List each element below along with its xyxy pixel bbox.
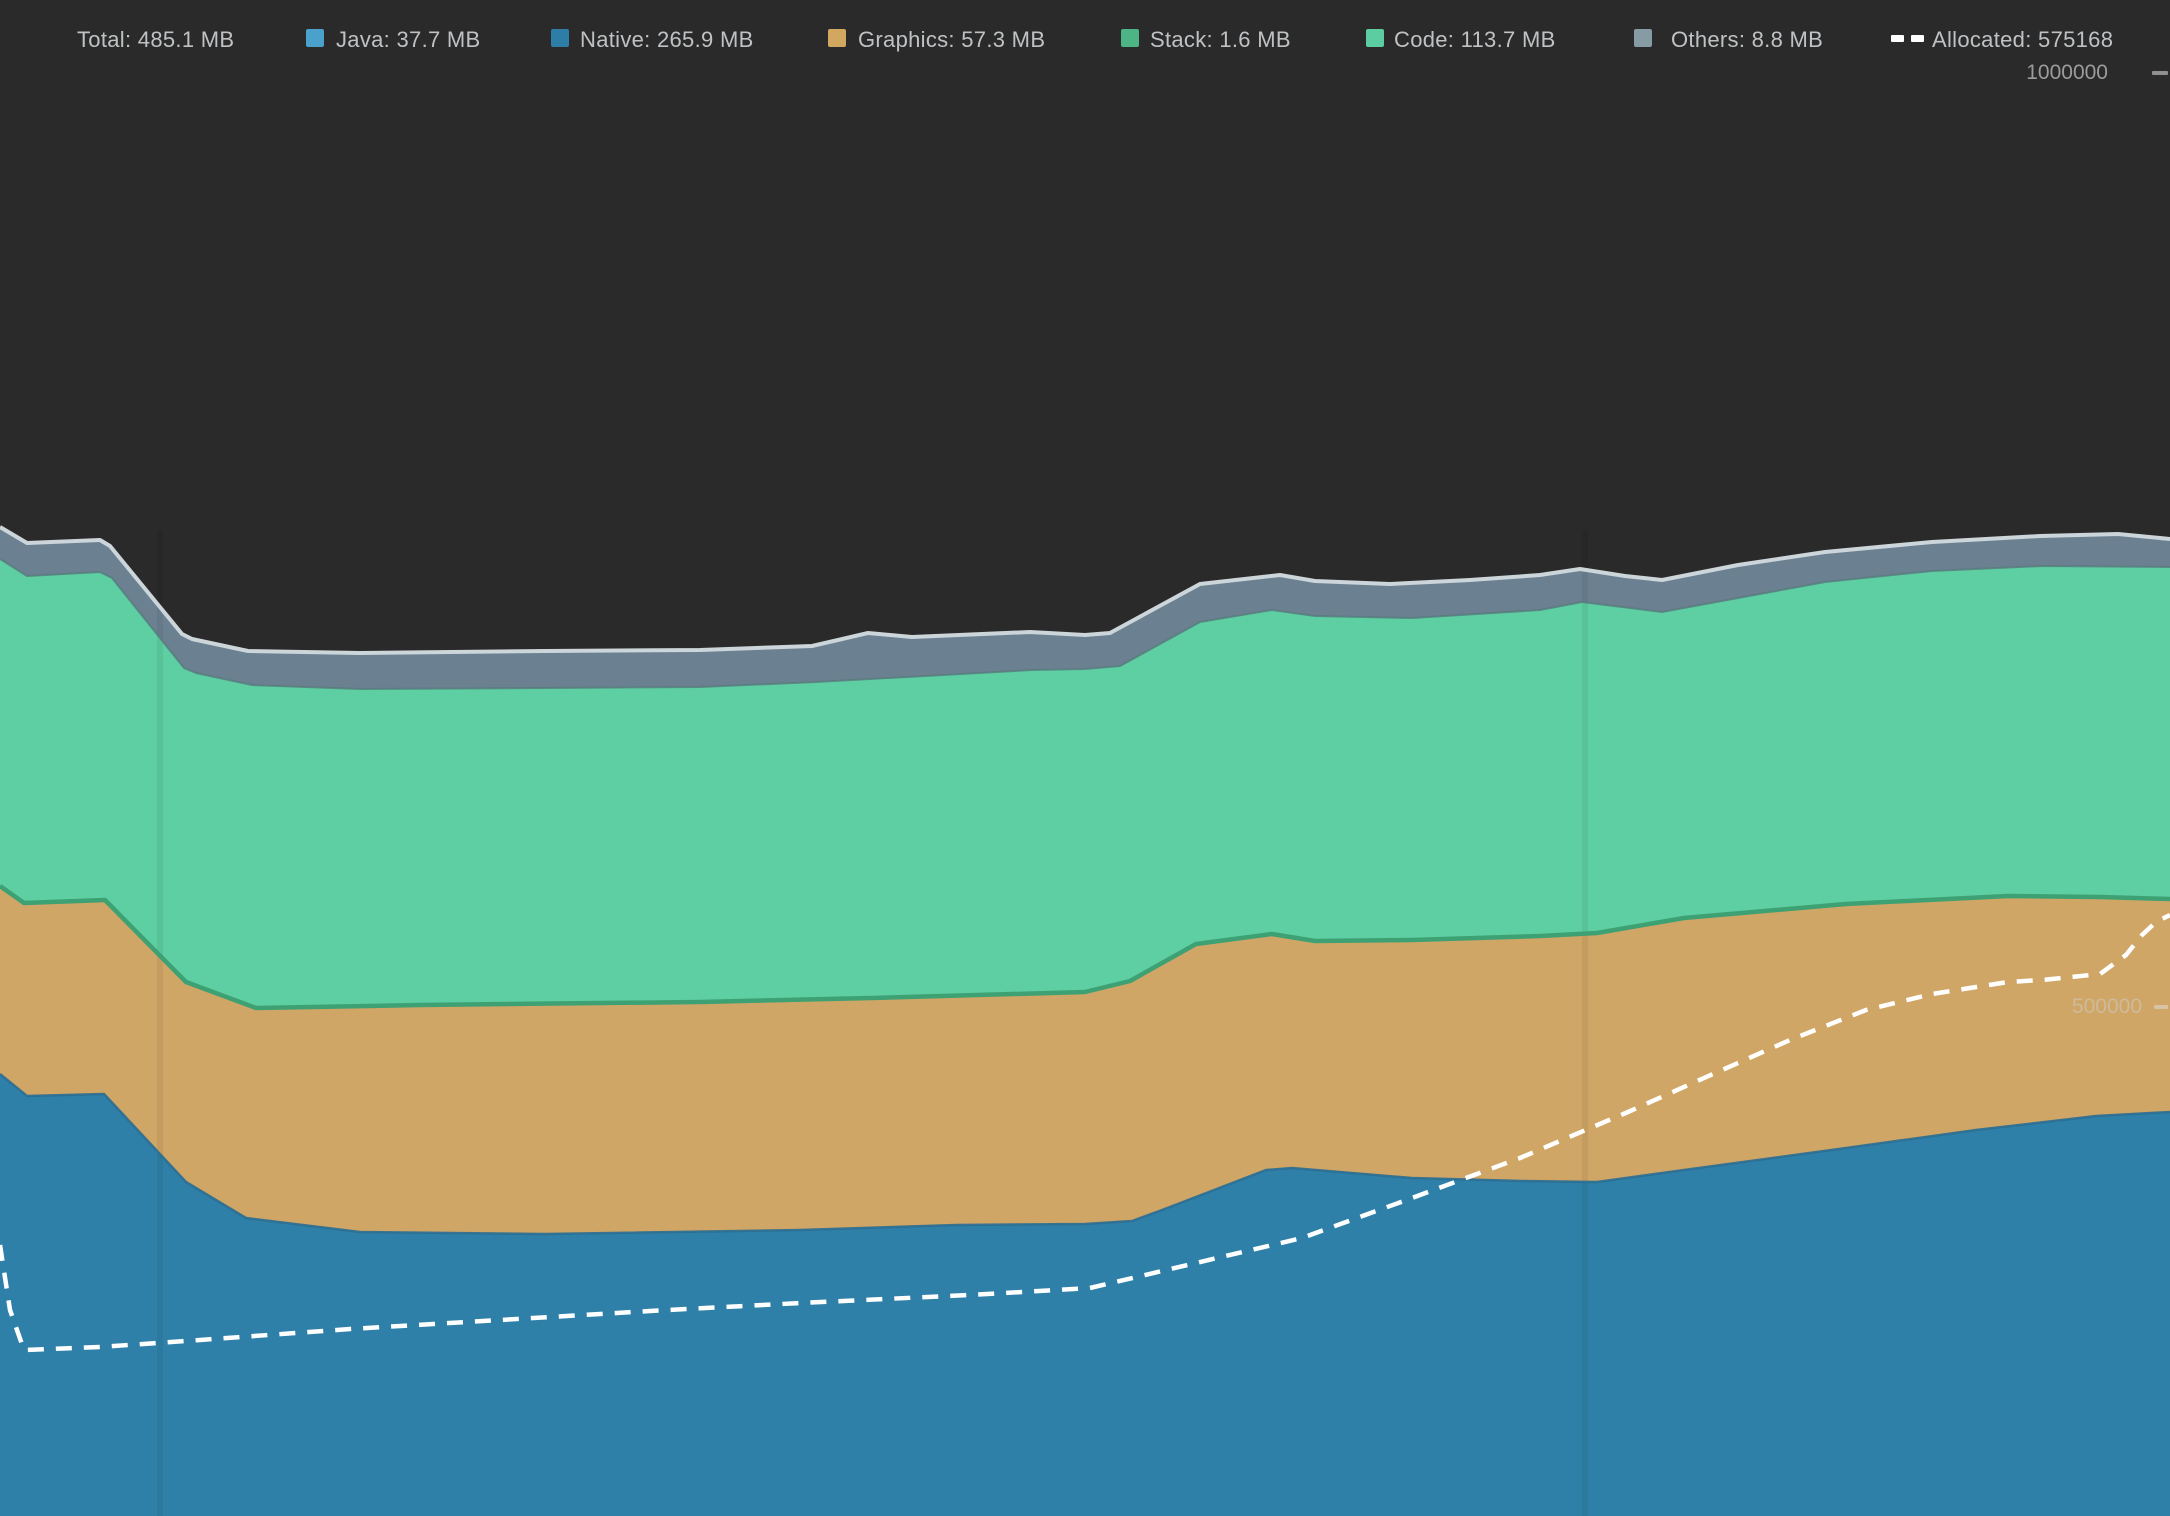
- legend-label-allocated: Allocated: 575168: [1932, 27, 2113, 53]
- java-swatch-icon: [306, 29, 324, 47]
- stacked-area-chart-canvas[interactable]: [0, 0, 2170, 1516]
- legend-label-code: Code: 113.7 MB: [1394, 27, 1556, 53]
- right-axis-tickmark-mid: [2154, 1005, 2168, 1009]
- right-axis-tick-1000000: 1000000: [2026, 61, 2108, 85]
- memory-legend: Total: 485.1 MB Java: 37.7 MB Native: 26…: [0, 0, 2170, 78]
- code-swatch-icon: [1366, 29, 1384, 47]
- legend-label-java: Java: 37.7 MB: [336, 27, 481, 53]
- legend-label-total: Total: 485.1 MB: [77, 27, 234, 53]
- stack-swatch-icon: [1121, 29, 1139, 47]
- legend-label-stack: Stack: 1.6 MB: [1150, 27, 1291, 53]
- right-axis-tickmark-top: [2152, 71, 2168, 75]
- others-swatch-icon: [1634, 29, 1652, 47]
- memory-timeline-chart[interactable]: [0, 0, 2170, 1516]
- graphics-swatch-icon: [828, 29, 846, 47]
- memory-profiler-screen: Total: 485.1 MB Java: 37.7 MB Native: 26…: [0, 0, 2170, 1516]
- native-swatch-icon: [551, 29, 569, 47]
- legend-label-others: Others: 8.8 MB: [1671, 27, 1823, 53]
- legend-label-native: Native: 265.9 MB: [580, 27, 754, 53]
- dashed-line-icon: [1891, 35, 1925, 42]
- legend-label-graphics: Graphics: 57.3 MB: [858, 27, 1045, 53]
- right-axis-tick-500000: 500000: [2072, 995, 2142, 1019]
